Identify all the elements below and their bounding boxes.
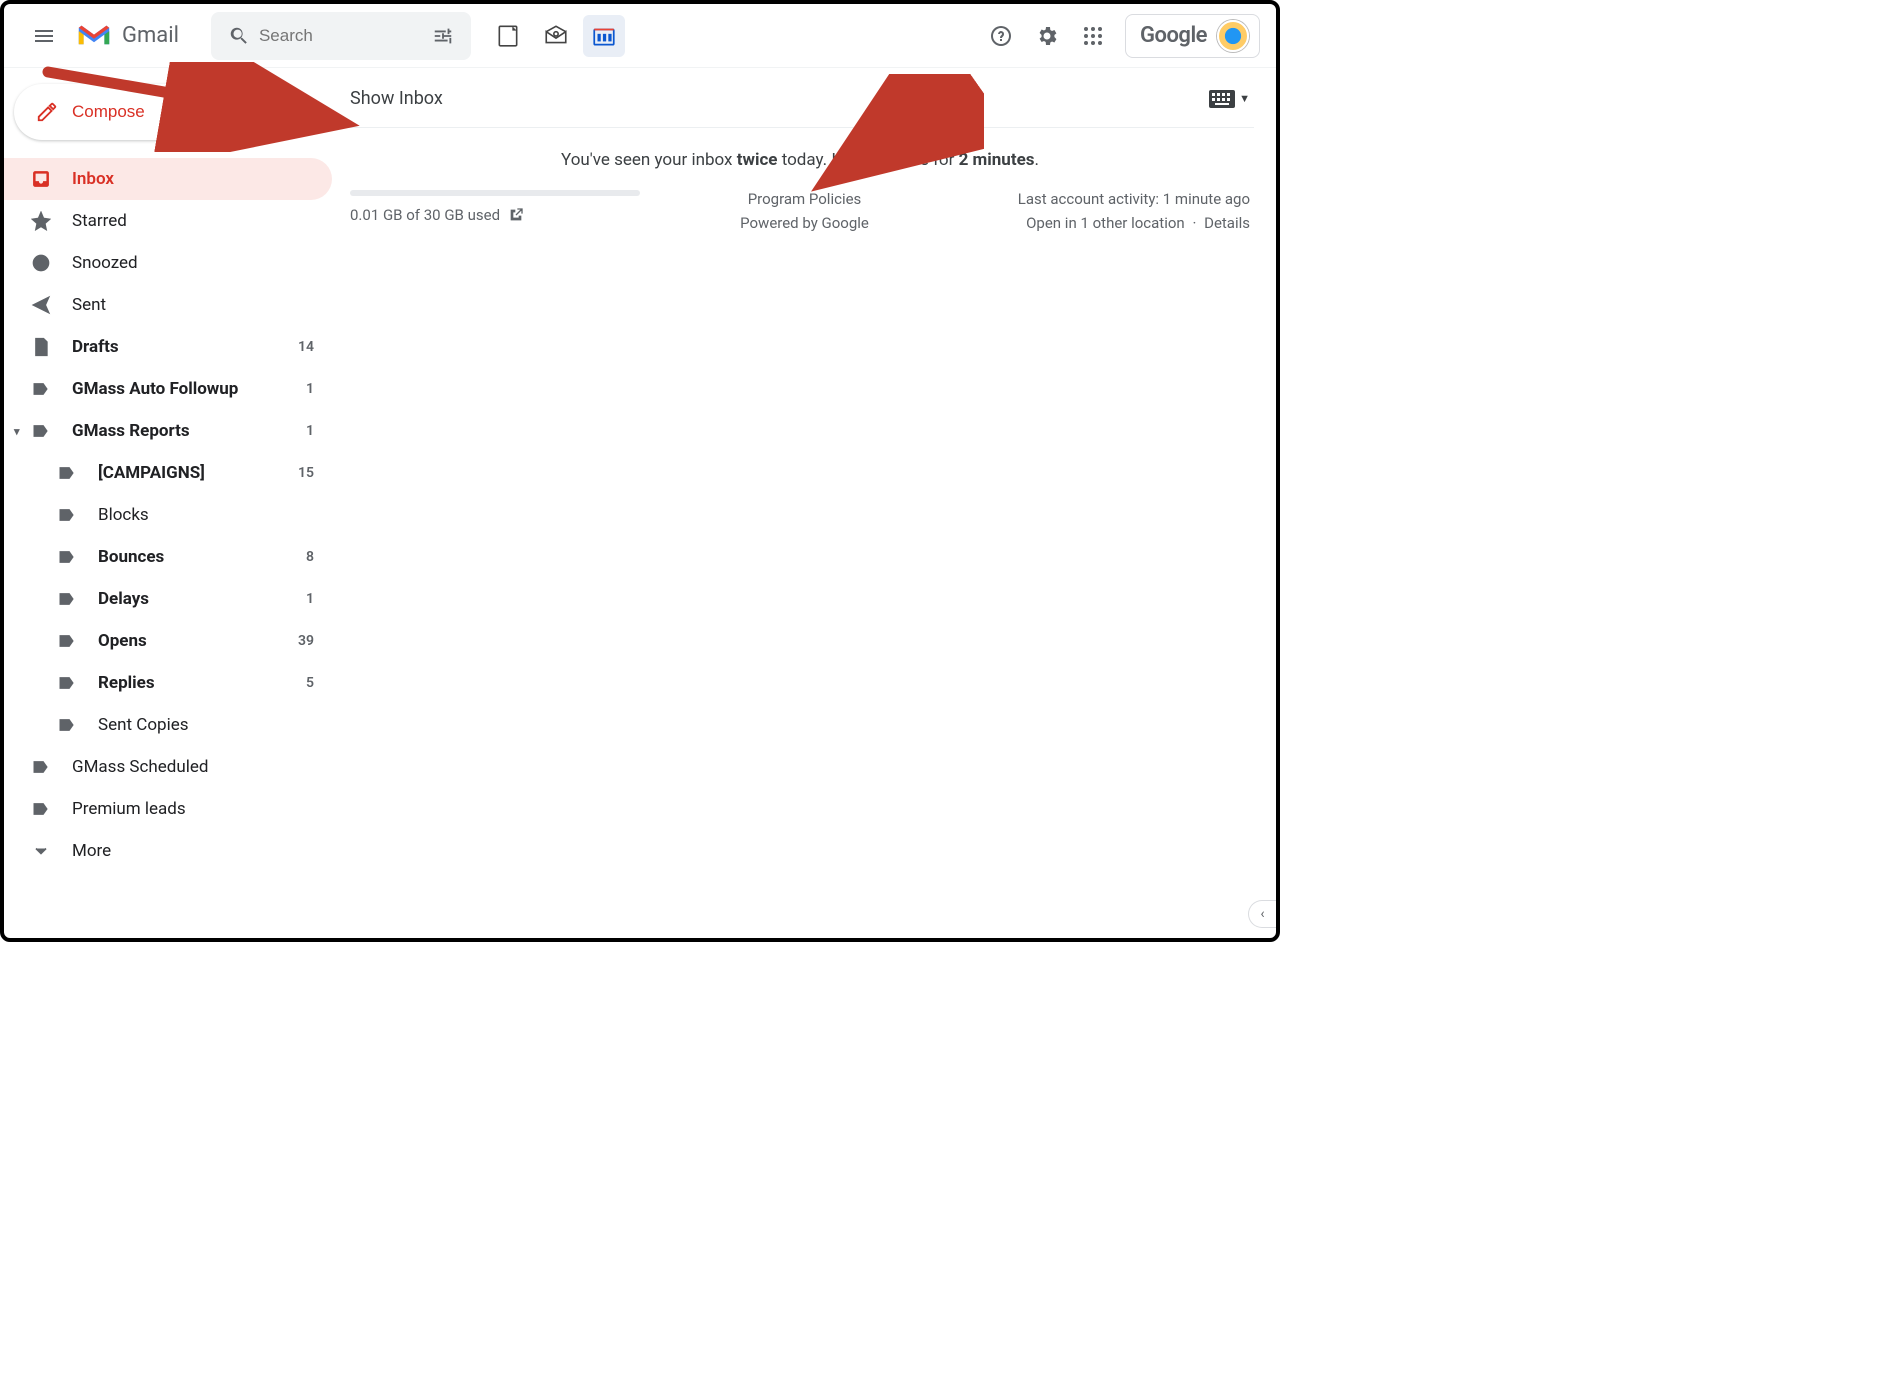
menu-button[interactable] [20,12,68,60]
nav-inbox[interactable]: Inbox [4,158,332,200]
chevron-down-icon [30,840,52,862]
nav-replies[interactable]: Replies 5 [4,662,332,704]
details-link[interactable]: Details [1204,214,1250,232]
nav-drafts[interactable]: Drafts 14 [4,326,332,368]
compose-button[interactable]: Compose [14,84,204,140]
show-inbox-button[interactable]: Show Inbox [350,88,443,109]
label-icon [30,378,52,400]
nav-campaigns[interactable]: [CAMPAIGNS] 15 [4,452,332,494]
gmail-icon [76,22,112,50]
file-icon [30,336,52,358]
search-options-icon[interactable] [423,16,463,56]
label-icon [56,714,78,736]
nav-more[interactable]: More [4,830,332,872]
search-input[interactable] [259,26,423,46]
label-icon [56,588,78,610]
search-icon[interactable] [219,16,259,56]
sidebar: Compose Inbox Starred Snoozed Sent [4,68,332,938]
search-bar[interactable] [211,12,471,60]
open-in-new-icon[interactable] [508,207,524,223]
extension-sheet-icon[interactable] [487,15,529,57]
nav-list: Inbox Starred Snoozed Sent Drafts [4,158,332,872]
label-icon [56,504,78,526]
side-panel-toggle[interactable]: ‹ [1248,900,1276,928]
nav-blocks[interactable]: Blocks [4,494,332,536]
extension-icons [487,15,625,57]
nav-bounces[interactable]: Bounces 8 [4,536,332,578]
nav-snoozed[interactable]: Snoozed [4,242,332,284]
extension-pause-icon[interactable] [583,15,625,57]
nav-gmass-reports[interactable]: GMass Reports 1 [4,410,332,452]
header: Gmail [4,4,1276,68]
nav-opens[interactable]: Opens 39 [4,620,332,662]
label-icon [56,630,78,652]
extension-envelope-icon[interactable] [535,15,577,57]
nav-premium-leads[interactable]: Premium leads [4,788,332,830]
settings-icon[interactable] [1027,16,1067,56]
dropdown-caret-icon: ▼ [1239,92,1250,105]
keyboard-icon [1209,90,1235,108]
app-name: Gmail [122,23,179,48]
open-other-location-link[interactable]: Open in 1 other location [1026,214,1185,232]
main: Show Inbox ▼ You've seen your inbox twic… [332,68,1276,938]
label-icon [56,672,78,694]
program-policies-link[interactable]: Program Policies [748,190,862,208]
storage-info: 0.01 GB of 30 GB used [350,190,640,232]
nav-sent-copies[interactable]: Sent Copies [4,704,332,746]
nav-gmass-followup[interactable]: GMass Auto Followup 1 [4,368,332,410]
google-label: Google [1140,23,1207,48]
nav-gmass-scheduled[interactable]: GMass Scheduled [4,746,332,788]
gmail-logo[interactable]: Gmail [76,22,179,50]
help-icon[interactable] [981,16,1021,56]
inbox-icon [30,168,52,190]
nav-delays[interactable]: Delays 1 [4,578,332,620]
storage-text: 0.01 GB of 30 GB used [350,206,500,224]
label-icon [30,798,52,820]
clock-icon [30,252,52,274]
star-icon [30,210,52,232]
label-icon [30,756,52,778]
nav-starred[interactable]: Starred [4,200,332,242]
compose-label: Compose [72,102,145,122]
label-icon [56,546,78,568]
nav-sent[interactable]: Sent [4,284,332,326]
label-icon [56,462,78,484]
label-icon [30,420,52,442]
inbox-pause-message: You've seen your inbox twice today. It w… [346,128,1254,190]
avatar [1217,20,1249,52]
google-account-button[interactable]: Google [1125,14,1260,58]
last-activity-text: Last account activity: 1 minute ago [1018,190,1250,208]
storage-bar [350,190,640,196]
powered-by-text: Powered by Google [740,214,869,232]
footer: 0.01 GB of 30 GB used Program Policies P… [346,190,1254,232]
header-actions: Google [981,14,1260,58]
send-icon [30,294,52,316]
input-tools-button[interactable]: ▼ [1209,90,1250,108]
apps-icon[interactable] [1073,16,1113,56]
pencil-icon [36,101,58,123]
